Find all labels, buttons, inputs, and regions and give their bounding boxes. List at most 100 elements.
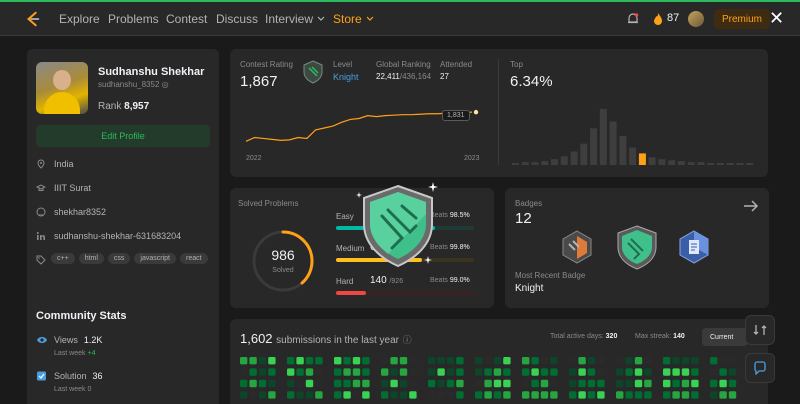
heatmap-cell[interactable] <box>634 368 643 376</box>
heatmap-cell[interactable] <box>399 391 408 399</box>
heatmap-cell[interactable] <box>268 391 276 399</box>
heatmap-cell[interactable] <box>663 368 671 376</box>
heatmap-cell[interactable] <box>362 379 370 388</box>
heatmap-cell[interactable] <box>550 357 558 365</box>
heatmap-cell[interactable] <box>381 357 389 365</box>
heatmap-cell[interactable] <box>343 357 351 365</box>
github-row[interactable]: shekhar8352 <box>36 207 106 217</box>
heatmap-cell[interactable] <box>587 368 596 376</box>
heatmap-cell[interactable] <box>503 357 511 365</box>
heatmap-cell[interactable] <box>644 391 652 399</box>
heatmap-cell[interactable] <box>381 391 389 399</box>
arrow-right-icon[interactable] <box>743 199 759 213</box>
heatmap-cell[interactable] <box>362 357 370 365</box>
heatmap-cell[interactable] <box>343 391 351 399</box>
premium-button[interactable]: Premium <box>714 9 770 29</box>
heatmap-cell[interactable] <box>362 391 370 399</box>
heatmap-cell[interactable] <box>296 391 304 399</box>
heatmap-cell[interactable] <box>672 357 680 365</box>
nav-contest[interactable]: Contest <box>166 2 207 36</box>
heatmap-cell[interactable] <box>249 368 257 376</box>
heatmap-cell[interactable] <box>728 357 737 365</box>
heatmap-cell[interactable] <box>315 379 323 388</box>
heatmap-cell[interactable] <box>343 379 351 388</box>
badge-icon[interactable] <box>561 230 593 264</box>
heatmap-cell[interactable] <box>503 379 511 388</box>
heatmap-cell[interactable] <box>446 379 455 388</box>
skill-tag[interactable]: javascript <box>134 253 176 264</box>
heatmap-cell[interactable] <box>719 357 727 365</box>
heatmap-cell[interactable] <box>390 368 398 376</box>
heatmap-cell[interactable] <box>334 379 342 388</box>
heatmap-cell[interactable] <box>625 357 633 365</box>
heatmap-cell[interactable] <box>428 357 436 365</box>
heatmap-cell[interactable] <box>315 391 323 399</box>
heatmap-cell[interactable] <box>616 379 624 388</box>
heatmap-cell[interactable] <box>634 391 643 399</box>
heatmap-cell[interactable] <box>691 379 699 388</box>
nav-store[interactable]: Store <box>333 2 374 36</box>
notification-bell-icon[interactable] <box>626 12 640 26</box>
heatmap-cell[interactable] <box>569 357 577 365</box>
heatmap-cell[interactable] <box>475 368 483 376</box>
heatmap-cell[interactable] <box>691 357 699 365</box>
heatmap-cell[interactable] <box>597 357 605 365</box>
heatmap-cell[interactable] <box>719 379 727 388</box>
heatmap-cell[interactable] <box>240 357 248 365</box>
heatmap-cell[interactable] <box>287 391 295 399</box>
heatmap-cell[interactable] <box>540 379 549 388</box>
nav-problems[interactable]: Problems <box>108 2 159 36</box>
badge-icon[interactable] <box>677 230 711 264</box>
heatmap-cell[interactable] <box>409 391 417 399</box>
heatmap-cell[interactable] <box>240 391 248 399</box>
heatmap-cell[interactable] <box>597 391 605 399</box>
heatmap-cell[interactable] <box>428 391 436 399</box>
heatmap-cell[interactable] <box>484 391 492 399</box>
heatmap-cell[interactable] <box>437 379 445 388</box>
heatmap-cell[interactable] <box>409 357 417 365</box>
leetcode-logo-icon[interactable] <box>24 10 42 28</box>
heatmap-cell[interactable] <box>475 357 483 365</box>
heatmap-cell[interactable] <box>531 379 539 388</box>
level-value[interactable]: Knight <box>333 72 359 82</box>
heatmap-cell[interactable] <box>634 357 643 365</box>
heatmap-cell[interactable] <box>691 368 699 376</box>
heatmap-cell[interactable] <box>305 368 314 376</box>
heatmap-cell[interactable] <box>625 391 633 399</box>
heatmap-cell[interactable] <box>587 379 596 388</box>
heatmap-cell[interactable] <box>728 391 737 399</box>
heatmap-cell[interactable] <box>305 379 314 388</box>
heatmap-cell[interactable] <box>578 391 586 399</box>
heatmap-cell[interactable] <box>352 391 361 399</box>
heatmap-cell[interactable] <box>456 379 464 388</box>
heatmap-cell[interactable] <box>522 368 530 376</box>
heatmap-cell[interactable] <box>616 391 624 399</box>
heatmap-cell[interactable] <box>691 391 699 399</box>
heatmap-cell[interactable] <box>728 368 737 376</box>
heatmap-cell[interactable] <box>578 357 586 365</box>
heatmap-cell[interactable] <box>531 368 539 376</box>
heatmap-cell[interactable] <box>390 391 398 399</box>
edit-profile-button[interactable]: Edit Profile <box>36 125 210 147</box>
heatmap-cell[interactable] <box>569 379 577 388</box>
heatmap-cell[interactable] <box>334 357 342 365</box>
nav-interview[interactable]: Interview <box>265 2 325 36</box>
heatmap-cell[interactable] <box>540 368 549 376</box>
heatmap-cell[interactable] <box>531 391 539 399</box>
heatmap-cell[interactable] <box>381 368 389 376</box>
heatmap-cell[interactable] <box>352 379 361 388</box>
nav-discuss[interactable]: Discuss <box>216 2 258 36</box>
heatmap-cell[interactable] <box>550 368 558 376</box>
heatmap-cell[interactable] <box>315 368 323 376</box>
heatmap-cell[interactable] <box>456 368 464 376</box>
heatmap-cell[interactable] <box>484 357 492 365</box>
heatmap-cell[interactable] <box>352 368 361 376</box>
heatmap-cell[interactable] <box>663 391 671 399</box>
heatmap-cell[interactable] <box>305 357 314 365</box>
heatmap-cell[interactable] <box>428 379 436 388</box>
heatmap-cell[interactable] <box>296 368 304 376</box>
heatmap-cell[interactable] <box>268 357 276 365</box>
heatmap-cell[interactable] <box>258 368 267 376</box>
heatmap-cell[interactable] <box>305 391 314 399</box>
heatmap-cell[interactable] <box>409 379 417 388</box>
